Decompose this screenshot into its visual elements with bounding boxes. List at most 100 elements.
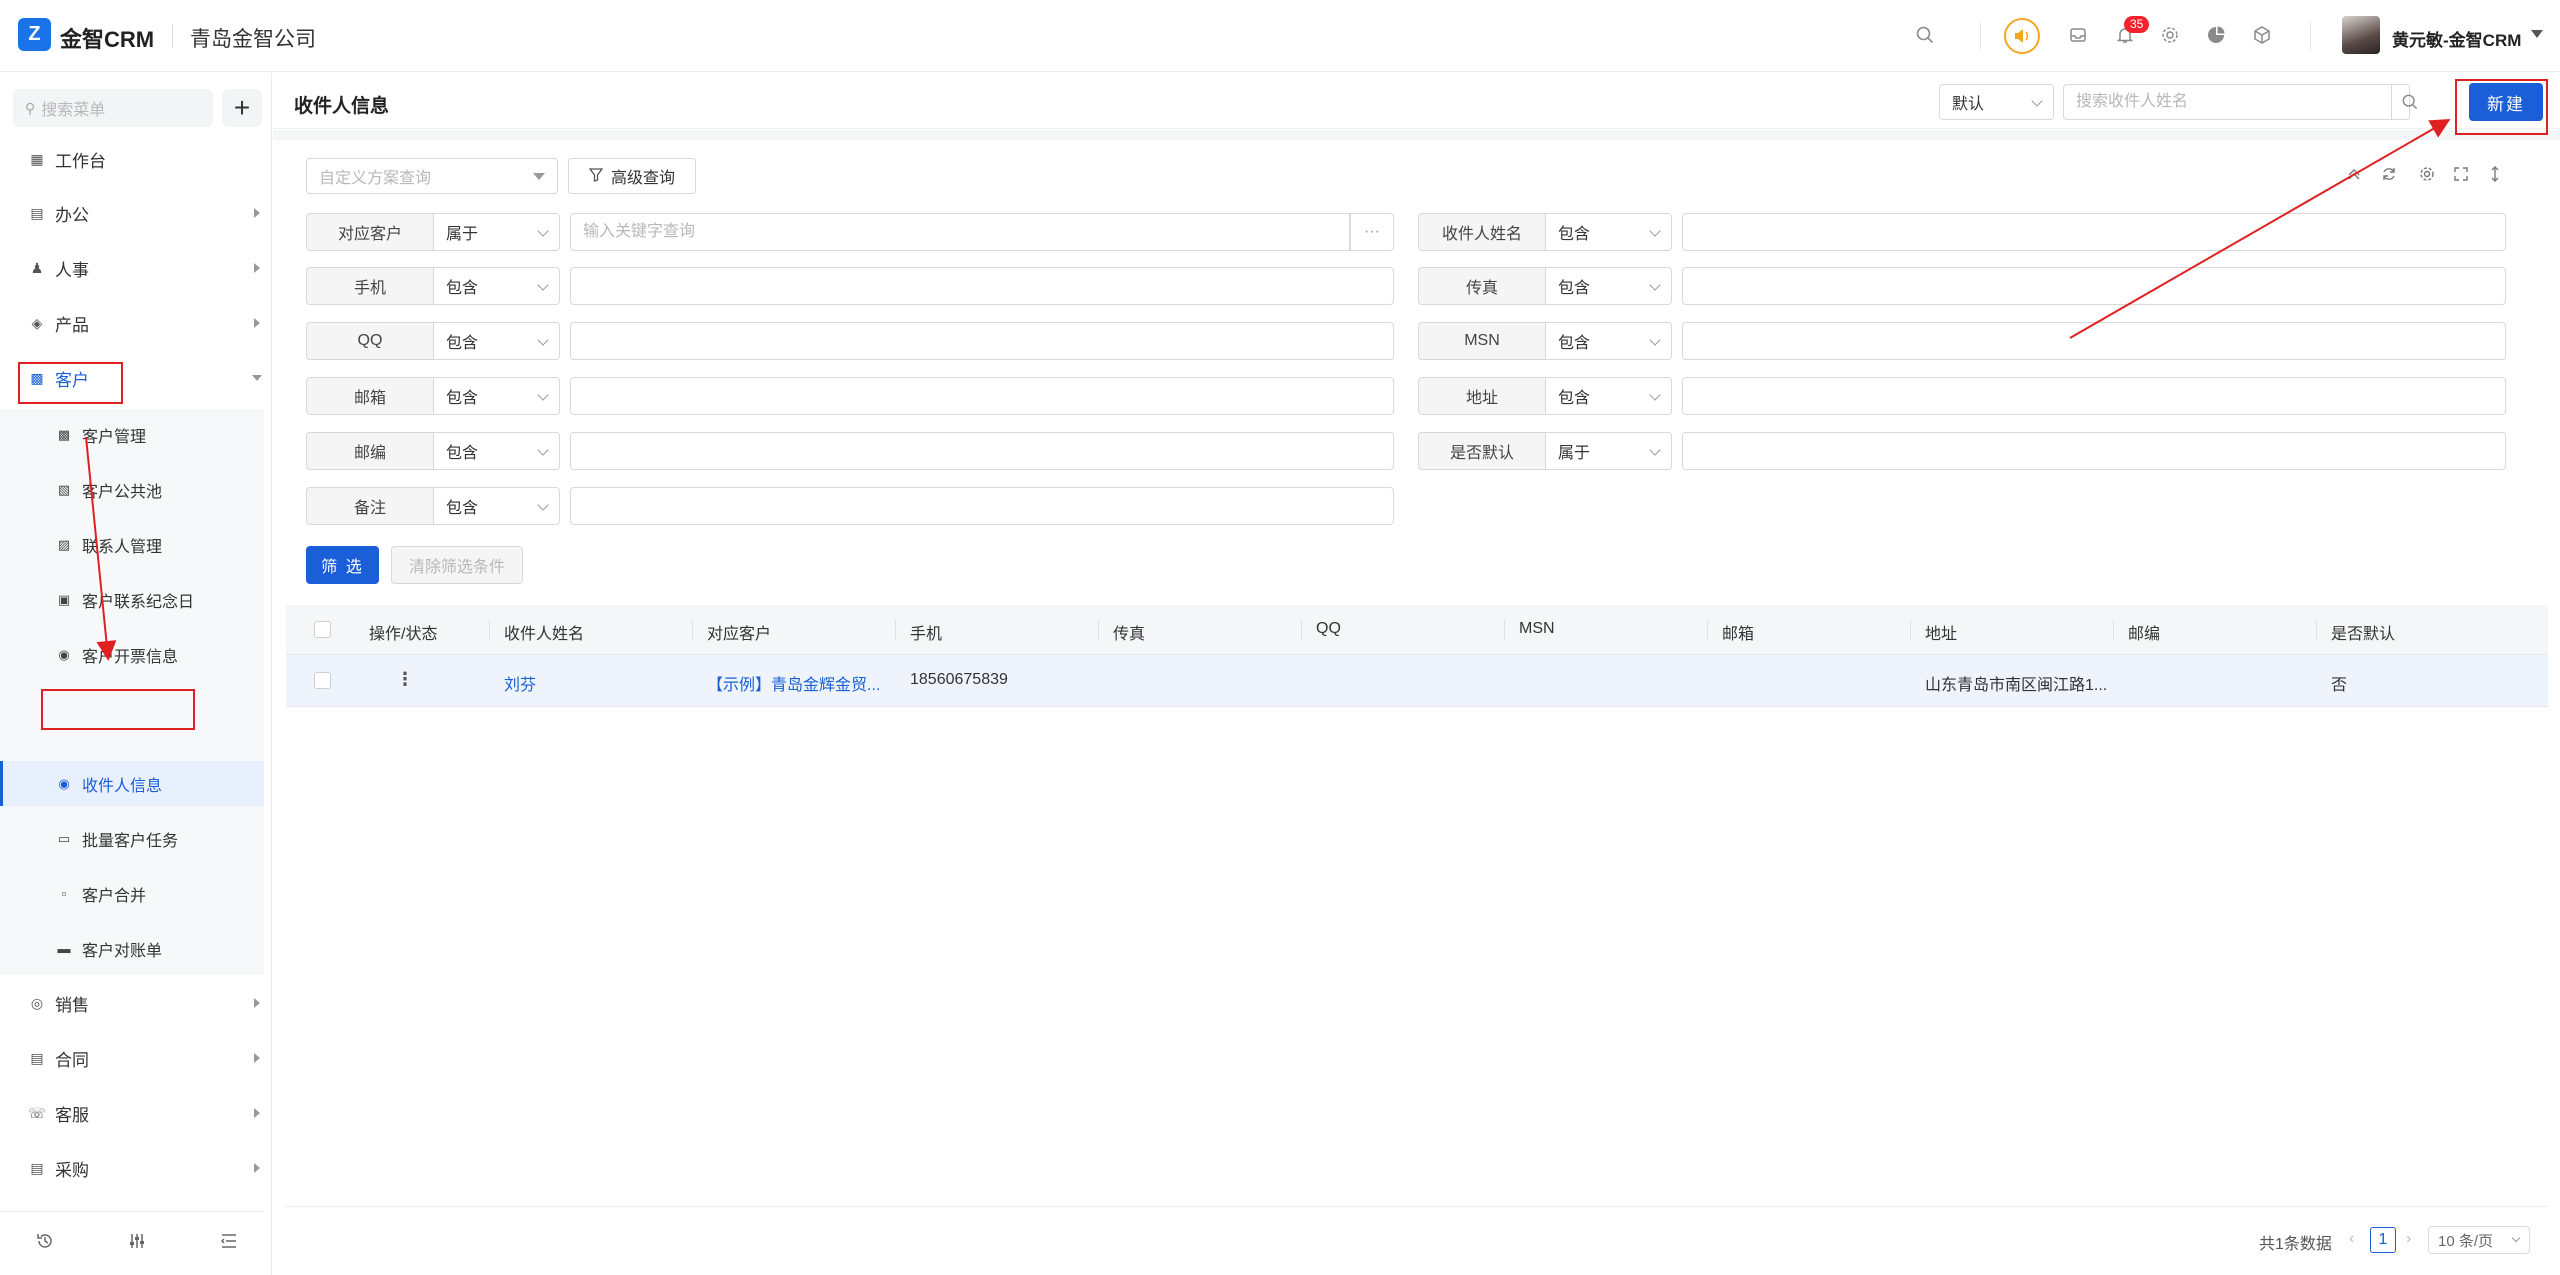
pie-chart-icon[interactable] xyxy=(2203,22,2229,48)
column-header[interactable]: 地址 xyxy=(1925,620,1957,644)
column-header[interactable]: 邮编 xyxy=(2128,620,2160,644)
remark-input[interactable] xyxy=(571,488,1393,524)
collapse-menu-icon[interactable] xyxy=(220,1232,238,1255)
username[interactable]: 黄元敏-金智CRM xyxy=(2392,26,2521,51)
add-menu-button[interactable]: + xyxy=(222,89,262,127)
filter-operator-select[interactable]: 包含 xyxy=(433,267,560,305)
submenu-item-recipient-info[interactable]: ◉ 收件人信息 xyxy=(0,761,264,806)
customer-link[interactable]: 【示例】青岛金辉金贸... xyxy=(707,671,887,695)
column-divider[interactable] xyxy=(692,620,693,640)
avatar[interactable] xyxy=(2342,16,2380,54)
column-header[interactable]: 手机 xyxy=(910,620,942,644)
column-header[interactable]: 传真 xyxy=(1113,620,1145,644)
submenu-item-contacts[interactable]: ▨ 联系人管理 xyxy=(0,522,264,567)
column-header[interactable]: 邮箱 xyxy=(1722,620,1754,644)
filter-operator-select[interactable]: 包含 xyxy=(433,377,560,415)
zip-input[interactable] xyxy=(571,433,1393,469)
filter-operator-select[interactable]: 包含 xyxy=(433,322,560,360)
sidebar-item-purchase[interactable]: ▤ 采购 xyxy=(0,1144,264,1192)
filter-operator-select[interactable]: 包含 xyxy=(433,487,560,525)
qq-input[interactable] xyxy=(571,323,1393,359)
table-row[interactable]: ⋮ 刘芬 【示例】青岛金辉金贸... 18560675839 山东青岛市南区闽江… xyxy=(286,655,2548,707)
customer-keyword-input[interactable] xyxy=(571,214,1349,250)
collapse-icon[interactable] xyxy=(2346,166,2362,186)
column-header[interactable]: 是否默认 xyxy=(2331,620,2395,644)
next-page-icon[interactable]: › xyxy=(2406,1230,2411,1248)
select-all-checkbox[interactable] xyxy=(314,621,331,638)
inbox-icon[interactable] xyxy=(2065,22,2091,48)
page-size-select[interactable]: 10 条/页 xyxy=(2428,1226,2530,1254)
filter-operator-select[interactable]: 属于 xyxy=(433,213,560,251)
gear-icon[interactable] xyxy=(2157,22,2183,48)
email-input[interactable] xyxy=(571,378,1393,414)
more-button[interactable]: ··· xyxy=(1350,213,1394,251)
sidebar-item-hr[interactable]: ♟ 人事 xyxy=(0,244,264,292)
msn-input[interactable] xyxy=(1683,323,2505,359)
recipient-name-link[interactable]: 刘芬 xyxy=(504,671,684,695)
column-divider[interactable] xyxy=(1910,620,1911,640)
column-header[interactable]: MSN xyxy=(1519,620,1555,638)
filter-operator-select[interactable]: 包含 xyxy=(433,432,560,470)
submenu-item-public-pool[interactable]: ▧ 客户公共池 xyxy=(0,467,264,512)
column-header[interactable]: QQ xyxy=(1316,620,1341,638)
advanced-query-button[interactable]: 高级查询 xyxy=(568,158,696,194)
sidebar-item-contract[interactable]: ▤ 合同 xyxy=(0,1034,264,1082)
recipient-search-input[interactable] xyxy=(2064,85,2394,119)
sidebar-item-service[interactable]: ☏ 客服 xyxy=(0,1089,264,1137)
refresh-icon[interactable] xyxy=(2381,166,2397,186)
phone-input[interactable] xyxy=(571,268,1393,304)
sidebar-item-product[interactable]: ◈ 产品 xyxy=(0,299,264,347)
submenu-item-statement[interactable]: ▬ 客户对账单 xyxy=(0,926,264,971)
column-header[interactable]: 操作/状态 xyxy=(369,620,437,644)
recipient-name-input[interactable] xyxy=(1683,214,2505,250)
filter-button[interactable]: 筛 选 xyxy=(306,546,379,584)
submenu-item-merge[interactable]: ▫ 客户合并 xyxy=(0,871,264,916)
submenu-item-anniversary[interactable]: ▣ 客户联系纪念日 xyxy=(0,577,264,622)
is-default-input[interactable] xyxy=(1683,433,2505,469)
column-divider[interactable] xyxy=(1707,620,1708,640)
column-divider[interactable] xyxy=(895,620,896,640)
column-divider[interactable] xyxy=(1504,620,1505,640)
search-icon[interactable] xyxy=(1912,22,1938,48)
cube-icon[interactable] xyxy=(2249,22,2275,48)
row-actions-menu[interactable]: ⋮ xyxy=(396,669,414,690)
prev-page-icon[interactable]: ‹ xyxy=(2349,1230,2354,1248)
fax-input[interactable] xyxy=(1683,268,2505,304)
sidebar-item-workbench[interactable]: ▦ 工作台 xyxy=(0,135,264,183)
settings-sliders-icon[interactable] xyxy=(128,1232,146,1255)
column-header[interactable]: 对应客户 xyxy=(707,620,771,644)
page-number[interactable]: 1 xyxy=(2370,1227,2396,1253)
submenu-item-customer-management[interactable]: ▩ 客户管理 xyxy=(0,412,264,457)
speaker-icon[interactable] xyxy=(2004,18,2040,54)
sidebar-item-sales[interactable]: ◎ 销售 xyxy=(0,979,264,1027)
search-button[interactable] xyxy=(2391,85,2427,119)
submenu-item-batch-task[interactable]: ▭ 批量客户任务 xyxy=(0,816,264,861)
app-logo-icon[interactable]: Z xyxy=(18,18,51,51)
address-input[interactable] xyxy=(1683,378,2505,414)
gear-icon[interactable] xyxy=(2419,166,2435,186)
scheme-select[interactable]: 自定义方案查询 xyxy=(306,158,558,194)
menu-search-input[interactable]: ⚲ 搜索菜单 xyxy=(13,89,213,127)
column-header[interactable]: 收件人姓名 xyxy=(504,620,584,644)
submenu-item-invoice-info[interactable]: ◉ 客户开票信息 xyxy=(0,632,264,677)
fullscreen-icon[interactable] xyxy=(2453,166,2469,186)
sidebar-item-office[interactable]: ▤ 办公 xyxy=(0,189,264,237)
filter-operator-select[interactable]: 包含 xyxy=(1545,322,1672,360)
filter-operator-select[interactable]: 包含 xyxy=(1545,267,1672,305)
service-icon: ☏ xyxy=(28,1104,46,1121)
column-divider[interactable] xyxy=(1301,620,1302,640)
column-divider[interactable] xyxy=(2113,620,2114,640)
column-divider[interactable] xyxy=(1098,620,1099,640)
view-select[interactable]: 默认 xyxy=(1939,84,2054,120)
filter-operator-select[interactable]: 包含 xyxy=(1545,377,1672,415)
brand-name[interactable]: 金智CRM xyxy=(60,22,154,54)
history-icon[interactable] xyxy=(36,1232,54,1255)
row-height-icon[interactable] xyxy=(2487,166,2503,186)
clear-filters-button[interactable]: 清除筛选条件 xyxy=(391,546,523,584)
column-divider[interactable] xyxy=(489,620,490,640)
row-checkbox[interactable] xyxy=(314,672,331,689)
chevron-down-icon[interactable] xyxy=(2531,30,2543,38)
filter-operator-select[interactable]: 属于 xyxy=(1545,432,1672,470)
filter-operator-select[interactable]: 包含 xyxy=(1545,213,1672,251)
column-divider[interactable] xyxy=(2316,620,2317,640)
